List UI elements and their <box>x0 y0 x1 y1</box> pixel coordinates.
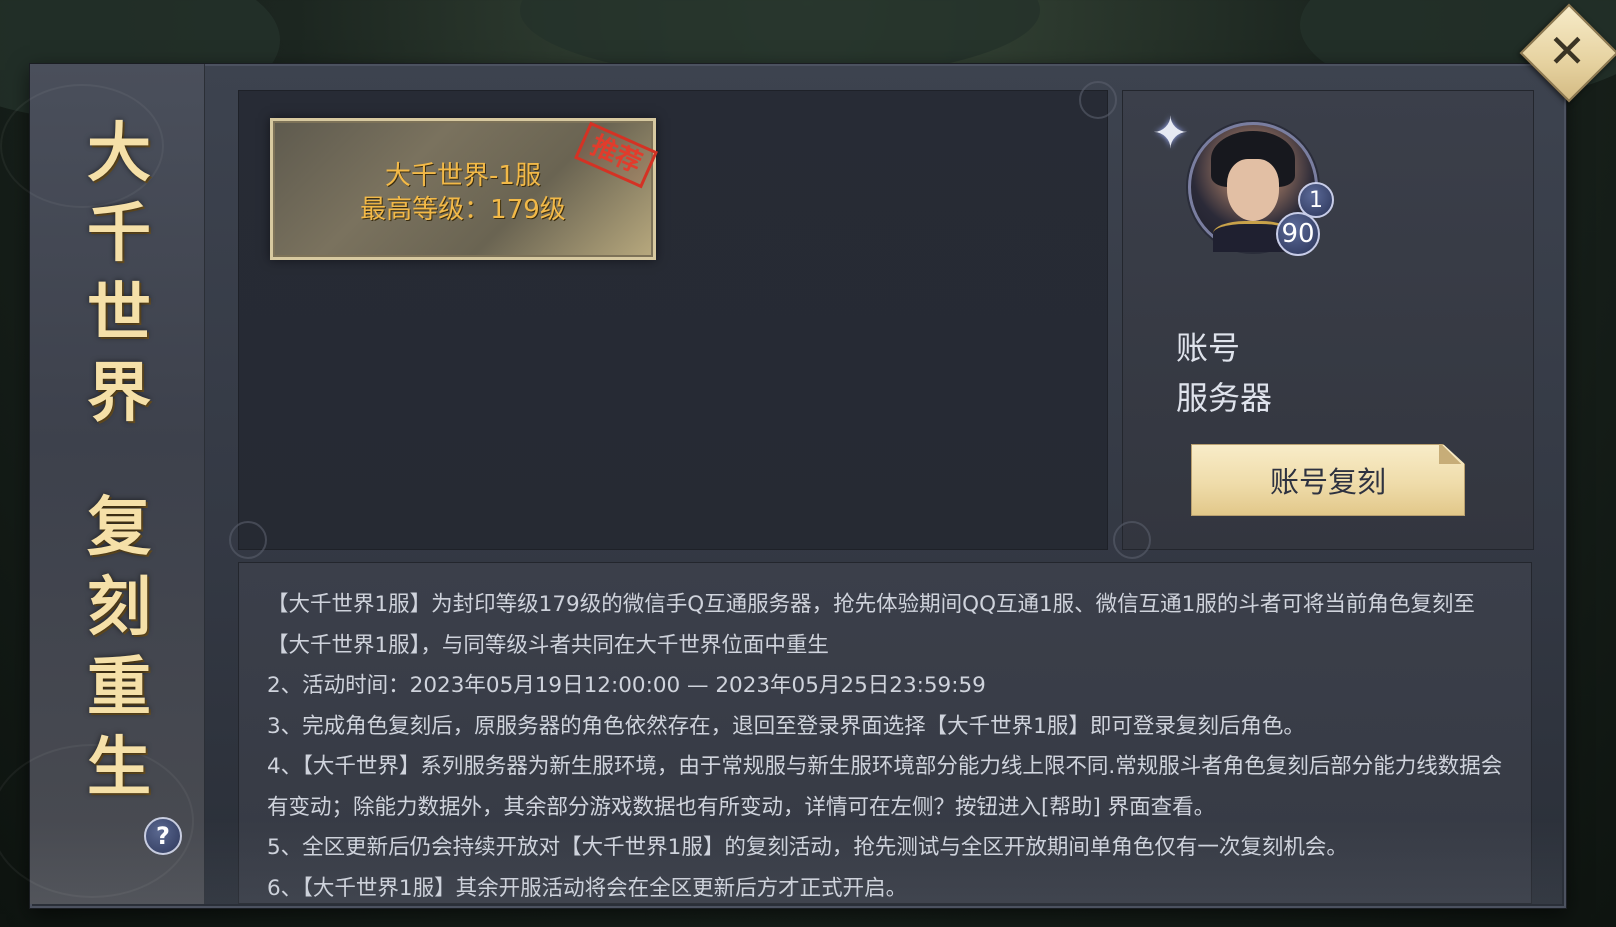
rule-item: 5、全区更新后仍会持续开放对【大千世界1服】的复刻活动，抢先测试与全区开放期间单… <box>267 835 1348 860</box>
rule-item: 4、【大千世界】系列服务器为新生服环境，由于常规服与新生服环境部分能力线上限不同… <box>267 754 1503 820</box>
title-char: 复 <box>87 490 151 565</box>
help-button[interactable]: ? <box>144 817 182 855</box>
question-icon: ? <box>156 822 170 850</box>
title-char: 刻 <box>87 570 151 645</box>
rule-item: 6、【大千世界1服】其余开服活动将会在全区更新后方才正式开启。 <box>267 875 908 901</box>
title-char: 千 <box>87 196 151 271</box>
corner-ornament <box>1113 521 1151 559</box>
title-char: 生 <box>87 730 151 805</box>
side-title-lower: 复 刻 重 生 <box>74 488 164 808</box>
rule-item: 2、活动时间：2023年05月19日12:00:00 — 2023年05月25日… <box>267 673 986 698</box>
side-title: 大 千 世 界 <box>74 114 164 434</box>
title-char: 大 <box>87 116 151 191</box>
server-card[interactable]: 大千世界-1服 最高等级：179级 推荐 <box>270 118 658 260</box>
close-icon[interactable]: ✕ <box>1534 18 1600 84</box>
avatar-face <box>1227 159 1279 221</box>
server-label: 服务器 <box>1176 379 1273 417</box>
title-char: 界 <box>87 356 151 431</box>
server-max-level: 最高等级：179级 <box>360 195 566 225</box>
title-char: 重 <box>87 650 151 725</box>
title-char: 世 <box>87 276 151 351</box>
level-badge: 90 <box>1276 212 1320 256</box>
rule-item: 【大千世界1服】为封印等级179级的微信手Q互通服务器，抢先体验期间QQ互通1服… <box>267 592 1475 658</box>
rules-panel[interactable]: 【大千世界1服】为封印等级179级的微信手Q互通服务器，抢先体验期间QQ互通1服… <box>238 562 1532 904</box>
button-corner-fold <box>1439 444 1463 464</box>
wing-emblem-icon: ✦ <box>1152 108 1189 159</box>
account-label: 账号 <box>1176 329 1241 367</box>
corner-ornament <box>229 521 267 559</box>
corner-ornament <box>1079 81 1117 119</box>
rule-item: 3、完成角色复刻后，原服务器的角色依然存在，退回至登录界面选择【大千世界1服】即… <box>267 713 1305 739</box>
account-copy-button[interactable]: 账号复刻 <box>1191 444 1465 516</box>
